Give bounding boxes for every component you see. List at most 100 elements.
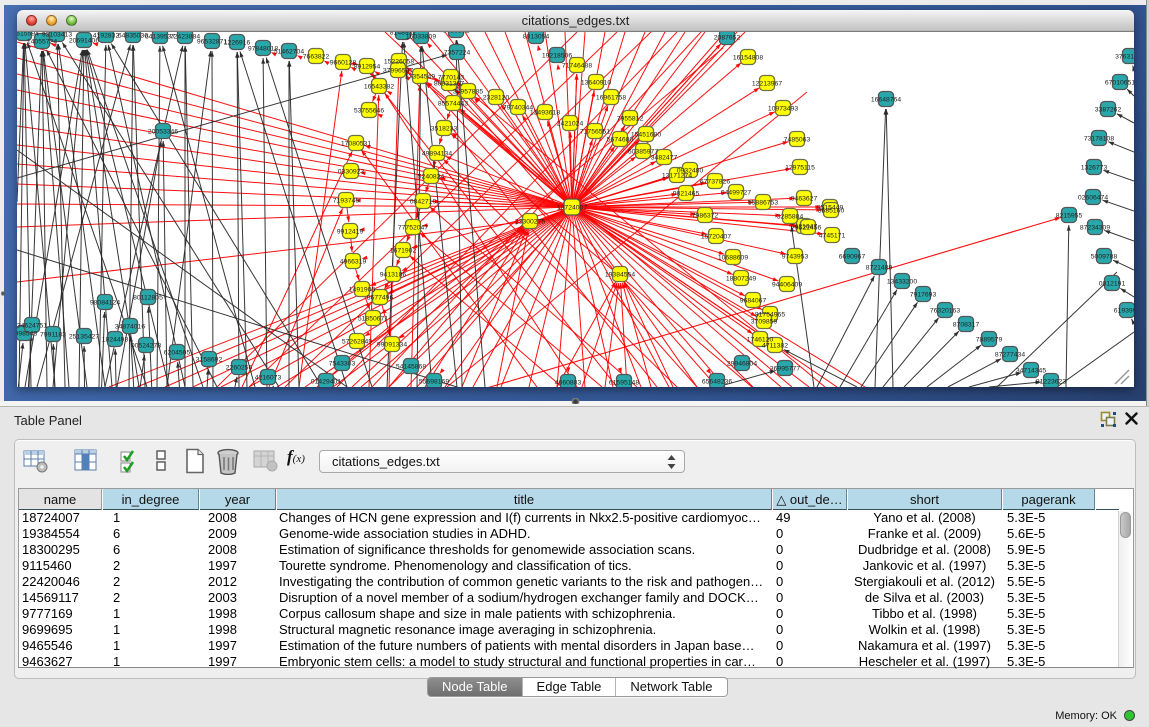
svg-text:4192832: 4192832 [93,33,120,40]
svg-text:16648764: 16648764 [871,97,901,104]
svg-text:0330923: 0330923 [338,169,365,176]
svg-text:1226916: 1226916 [224,40,251,47]
svg-text:11615594: 11615594 [17,32,39,38]
svg-text:57262849: 57262849 [342,339,372,346]
svg-text:94406409: 94406409 [772,282,802,289]
svg-text:27354549: 27354549 [405,74,435,81]
svg-text:7485063: 7485063 [784,137,811,144]
svg-text:16033809: 16033809 [406,34,436,41]
svg-text:0812191: 0812191 [1099,281,1126,288]
svg-text:34874016: 34874016 [115,324,145,331]
svg-text:16543382: 16543382 [364,84,394,91]
svg-text:00524278: 00524278 [131,343,161,350]
svg-text:4216073: 4216073 [255,375,282,382]
svg-text:4745171: 4745171 [819,233,846,240]
svg-text:8813054: 8813054 [523,34,550,41]
svg-text:6998543: 6998543 [17,331,37,338]
svg-text:15226058: 15226058 [384,59,414,66]
svg-text:8215955: 8215955 [1056,213,1083,220]
svg-text:81754965: 81754965 [755,312,785,319]
svg-text:7357224: 7357224 [444,50,471,57]
svg-text:80112805: 80112805 [133,295,163,302]
svg-text:8912954: 8912954 [354,64,381,71]
svg-text:19218506: 19218506 [542,53,572,60]
svg-text:13640910: 13640910 [581,80,611,87]
svg-text:8721489: 8721489 [866,265,893,272]
svg-text:77752047: 77752047 [398,225,428,232]
svg-text:4060883: 4060883 [555,380,582,387]
svg-text:19384554: 19384554 [605,272,635,279]
svg-text:10688609: 10688609 [718,255,748,262]
svg-text:71756551: 71756551 [580,129,610,136]
svg-text:93103413: 93103413 [42,32,72,39]
svg-text:3285884: 3285884 [777,214,804,221]
svg-text:8677496: 8677496 [367,295,394,302]
svg-text:2421024: 2421024 [557,121,584,128]
svg-text:9821465: 9821465 [673,191,700,198]
svg-text:49894134: 49894134 [422,151,452,158]
svg-text:9463627: 9463627 [791,196,818,203]
svg-text:13433200: 13433200 [887,279,917,286]
svg-text:79740344: 79740344 [503,105,533,112]
svg-text:02606474: 02606474 [1078,195,1108,202]
svg-text:3709859: 3709859 [751,319,778,326]
svg-text:9413186: 9413186 [380,272,407,279]
svg-text:16154808: 16154808 [733,55,763,62]
svg-text:2087652: 2087652 [714,35,741,42]
svg-text:10973493: 10973493 [768,106,798,113]
svg-text:7770143: 7770143 [438,75,465,82]
svg-text:6690967: 6690967 [839,254,866,261]
svg-text:4711382: 4711382 [762,343,788,350]
svg-text:65648236: 65648236 [702,379,732,386]
svg-text:1824493: 1824493 [102,337,129,344]
svg-text:2328120: 2328120 [483,95,510,102]
svg-text:23300275: 23300275 [515,219,545,226]
svg-text:13493618: 13493618 [530,110,560,117]
svg-text:18724007: 18724007 [557,205,587,212]
svg-text:29946804: 29946804 [727,361,757,368]
svg-text:3387262: 3387262 [1095,107,1122,114]
svg-text:36995777: 36995777 [770,366,800,373]
svg-text:2260256: 2260256 [226,365,253,372]
svg-text:7193745: 7193745 [333,198,360,205]
svg-text:20053346: 20053346 [148,129,178,136]
svg-text:9743953: 9743953 [782,254,809,261]
svg-text:80831367: 80831367 [434,81,464,88]
svg-text:64835030: 64835030 [118,33,148,40]
svg-text:51462704: 51462704 [274,49,304,56]
svg-text:55698169: 55698169 [419,379,449,386]
svg-text:34624751: 34624751 [17,323,47,330]
svg-text:96532871: 96532871 [197,39,227,46]
svg-text:54145868: 54145868 [396,364,426,371]
svg-text:67737826: 67737826 [700,179,730,186]
svg-text:1491905: 1491905 [349,287,376,294]
svg-text:53755646: 53755646 [354,108,384,115]
svg-text:15720407: 15720407 [701,234,731,241]
svg-text:7889579: 7889579 [976,337,1003,344]
svg-text:61595148: 61595148 [609,380,639,387]
svg-text:85574443: 85574443 [438,101,468,108]
svg-text:71746488: 71746488 [562,63,592,70]
svg-text:1671902: 1671902 [390,248,417,255]
svg-text:14055724: 14055724 [27,39,57,46]
svg-text:15451680: 15451680 [631,132,661,139]
svg-text:55886753: 55886753 [748,200,778,207]
svg-text:9660128: 9660128 [330,60,357,67]
svg-text:12975115: 12975115 [785,165,815,172]
svg-text:9912419: 9912419 [337,229,364,236]
svg-text:9521456: 9521456 [795,225,822,232]
svg-text:37631165: 37631165 [1115,54,1134,61]
svg-text:81223623: 81223623 [1036,379,1066,386]
svg-text:7543303: 7543303 [329,361,356,368]
svg-text:73178108: 73178108 [1084,136,1114,143]
svg-text:3518233: 3518233 [431,126,458,133]
svg-text:01429401: 01429401 [311,379,341,386]
svg-text:67010651: 67010651 [1105,80,1134,87]
svg-text:6204505: 6204505 [164,350,191,357]
svg-text:17080531: 17080531 [341,141,371,148]
svg-text:7663822: 7663822 [303,54,330,61]
svg-text:72423884: 72423884 [170,34,200,41]
svg-text:5009788: 5009788 [1091,254,1118,261]
svg-text:04499727: 04499727 [721,190,751,197]
svg-text:25135427: 25135427 [69,334,99,341]
